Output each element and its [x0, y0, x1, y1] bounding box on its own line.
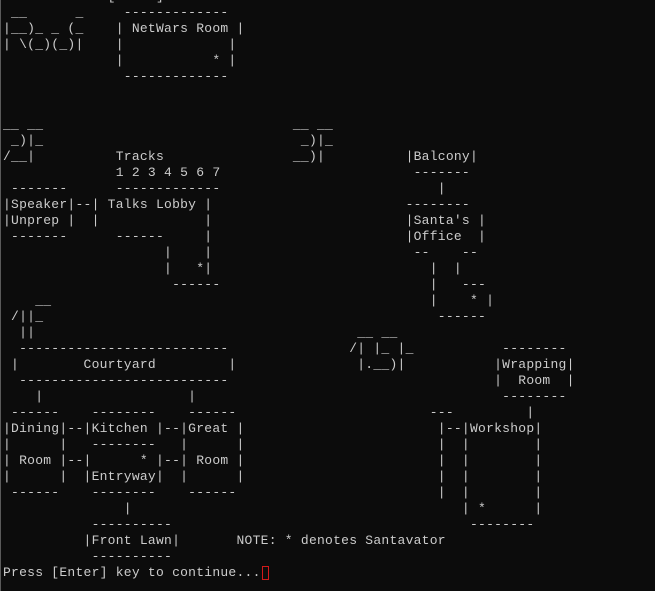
terminal-line: -------------------------- /| |_ |_ ----… — [3, 341, 567, 356]
terminal-line: -------------------------- | Room | — [3, 373, 575, 388]
terminal-line: | | -------- | | | | | — [3, 437, 543, 452]
text-cursor — [261, 566, 269, 580]
terminal-line: 1 2 3 4 5 6 7 ------- — [3, 165, 470, 180]
terminal-line: | Room |--| * |--| Room | | | | — [3, 453, 543, 468]
terminal-line: | Courtyard | |.__)| |Wrapping| — [3, 357, 575, 372]
terminal-line: ------ -------- ------ --- | — [3, 405, 535, 420]
prompt-line[interactable]: Press [Enter] key to continue... — [3, 565, 269, 581]
terminal-line: Enter choice [1 - 9] 2 — [3, 0, 180, 4]
terminal-line: |__)_ _ (_ | NetWars Room | — [3, 21, 245, 36]
terminal-line: ------------- — [3, 69, 229, 84]
terminal-line: /__| Tracks __)| |Balcony| — [3, 149, 479, 164]
terminal-line: | | |Entryway| | | | | | — [3, 469, 543, 484]
terminal-line: | | -------- — [3, 389, 567, 404]
terminal-line: ------ | --- — [3, 277, 487, 292]
terminal-line: | | * | — [3, 501, 543, 516]
terminal-output: Enter choice [1 - 9] 2 __ _ ------------… — [3, 0, 575, 565]
terminal-line: | *| | | — [3, 261, 462, 276]
terminal-window[interactable]: Enter choice [1 - 9] 2 __ _ ------------… — [0, 0, 655, 591]
terminal-line: | * | — [3, 53, 237, 68]
terminal-line: __ | * | — [3, 293, 495, 308]
terminal-line: ------ -------- ------ | | | — [3, 485, 543, 500]
terminal-line: ------- ------------- | — [3, 181, 446, 196]
terminal-line: __ __ __ __ — [3, 117, 334, 132]
terminal-line: _)|_ _)|_ — [3, 133, 334, 148]
terminal-line: ---------- -------- — [3, 517, 535, 532]
terminal-line: |Dining|--|Kitchen |--|Great | |--|Works… — [3, 421, 543, 436]
terminal-line: /||_ ------ — [3, 309, 487, 324]
terminal-line: |Front Lawn| NOTE: * denotes Santavator — [3, 533, 446, 548]
terminal-line: |Unprep | | | |Santa's | — [3, 213, 487, 228]
terminal-line: | \(_)(_)| | | — [3, 37, 237, 52]
terminal-line: ------- ------ | |Office | — [3, 229, 487, 244]
continue-prompt: Press [Enter] key to continue... — [3, 565, 261, 580]
terminal-line: || __ __ — [3, 325, 398, 340]
terminal-line: ---------- — [3, 549, 173, 564]
terminal-line: |Speaker|--| Talks Lobby | -------- — [3, 197, 470, 212]
terminal-line: __ _ ------------- — [3, 5, 229, 20]
terminal-line: | | -- -- — [3, 245, 479, 260]
